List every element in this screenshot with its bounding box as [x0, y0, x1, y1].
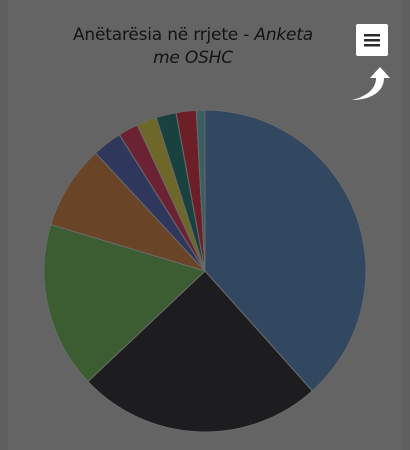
pie-chart	[43, 109, 367, 433]
